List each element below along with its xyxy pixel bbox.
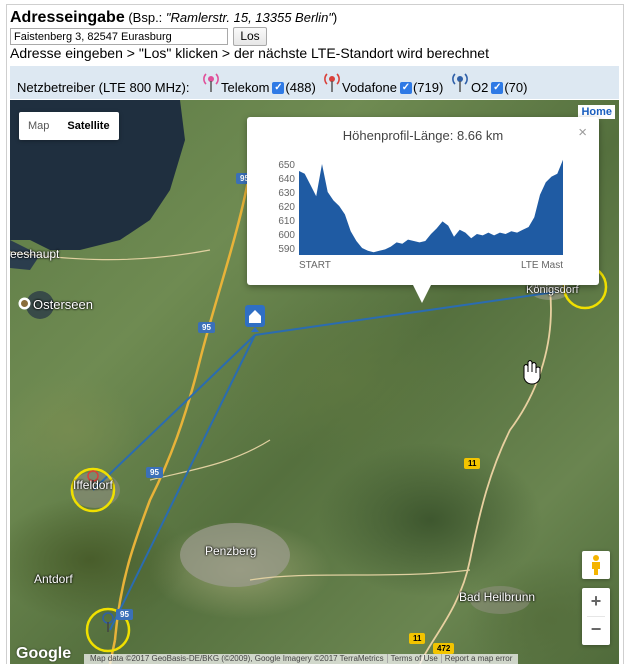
- telekom-tower-icon: [203, 73, 219, 92]
- map-type-control: Map Satellite: [19, 112, 119, 140]
- telekom-checkbox[interactable]: ✓: [272, 81, 285, 94]
- carrier-telekom-count: (488): [285, 80, 316, 95]
- instructions: Adresse eingeben > "Los" klicken > der n…: [10, 45, 489, 61]
- carrier-label: Netzbetreiber (LTE 800 MHz):: [17, 80, 190, 95]
- elevation-area: [299, 159, 563, 255]
- road-badge-a95-4: 95: [116, 609, 133, 620]
- zoom-out-button[interactable]: −: [582, 616, 610, 644]
- map-type-map[interactable]: Map: [19, 112, 58, 140]
- y-tick-label-2: 610: [278, 216, 295, 227]
- place-iffeldorf: Iffeldorf: [73, 478, 113, 492]
- road-badge-b472: 472: [433, 643, 455, 654]
- google-logo: Google: [16, 645, 72, 662]
- place-seeshaupt: eeshaupt: [10, 247, 60, 261]
- home-marker-icon[interactable]: [245, 305, 265, 332]
- address-heading: Adresseingabe (Bsp.: "Ramlerstr. 15, 133…: [10, 9, 337, 27]
- carrier-telekom-name: Telekom: [221, 80, 270, 95]
- y-tick-label-3: 620: [278, 202, 295, 213]
- address-input[interactable]: [10, 28, 228, 45]
- map-attribution: Map data ©2017 GeoBasis-DE/BKG (©2009), …: [84, 654, 519, 664]
- place-bad-heilbrunn: Bad Heilbrunn: [459, 590, 536, 604]
- y-tick-label-0: 590: [278, 244, 295, 255]
- pegman-icon: [592, 555, 600, 575]
- vodafone-checkbox[interactable]: ✓: [399, 81, 412, 94]
- zoom-control: + −: [582, 588, 610, 645]
- zoom-in-button[interactable]: +: [582, 588, 610, 616]
- x-tick-label-0: START: [299, 260, 331, 271]
- signal-line-koenigsdorf: [254, 291, 556, 336]
- carrier-o2-count: (70): [504, 80, 528, 95]
- carrier-vodafone: Vodafone ✓ (719): [342, 80, 443, 95]
- map-type-satellite[interactable]: Satellite: [58, 112, 118, 140]
- terms-link[interactable]: Terms of Use: [386, 654, 441, 663]
- place-koenigsdorf: Königsdorf: [526, 284, 579, 296]
- carrier-vodafone-name: Vodafone: [342, 80, 397, 95]
- carrier-telekom: Telekom ✓ (488): [221, 80, 316, 95]
- y-tick-label-4: 630: [278, 188, 295, 199]
- pegman-button[interactable]: [582, 551, 610, 579]
- road-badge-a95-2: 95: [198, 322, 215, 333]
- x-tick-label-1: LTE Mast: [521, 260, 563, 271]
- example-address: "Ramlerstr. 15, 13355 Berlin": [165, 10, 333, 25]
- page-title: Adresseingabe: [10, 9, 125, 26]
- vodafone-tower-icon: [324, 73, 340, 92]
- elevation-popup: × Höhenprofil-Länge: 8.66 km 590 600 610 62…: [247, 117, 599, 303]
- zoom-separator: [587, 616, 605, 617]
- o2-tower-icon: [452, 73, 468, 92]
- map[interactable]: Map Satellite Home eeshaupt Osterseen If…: [10, 100, 619, 664]
- o2-checkbox[interactable]: ✓: [491, 81, 504, 94]
- signal-line-iffeldorf: [92, 334, 256, 491]
- place-osterseen: Osterseen: [33, 297, 93, 312]
- road-badge-a95-3: 95: [146, 467, 163, 478]
- y-tick-label-1: 600: [278, 230, 295, 241]
- example-suffix: ): [332, 10, 338, 25]
- place-antdorf: Antdorf: [34, 572, 73, 586]
- carrier-bar: Netzbetreiber (LTE 800 MHz): Telekom ✓ (…: [10, 66, 619, 99]
- y-tick-label-5: 640: [278, 174, 295, 185]
- place-penzberg: Penzberg: [205, 544, 257, 558]
- elevation-chart: 590 600 610 620 630 640 650 START LTE Mast: [278, 159, 563, 271]
- example-prefix: (Bsp.:: [128, 10, 166, 25]
- report-error-link[interactable]: Report a map error: [440, 654, 516, 663]
- hand-cursor-icon: [523, 360, 541, 385]
- road-badge-b11-2: 11: [409, 633, 426, 644]
- carrier-vodafone-count: (719): [412, 80, 444, 95]
- y-tick-label-6: 650: [278, 160, 295, 171]
- los-button[interactable]: Los: [233, 27, 267, 46]
- lake-poi-icon: [18, 297, 31, 310]
- road-badge-b11-1: 11: [464, 458, 481, 469]
- carrier-o2: O2 ✓ (70): [471, 80, 527, 95]
- attribution-data: Map data ©2017 GeoBasis-DE/BKG (©2009), …: [90, 654, 384, 663]
- carrier-o2-name: O2: [471, 80, 489, 95]
